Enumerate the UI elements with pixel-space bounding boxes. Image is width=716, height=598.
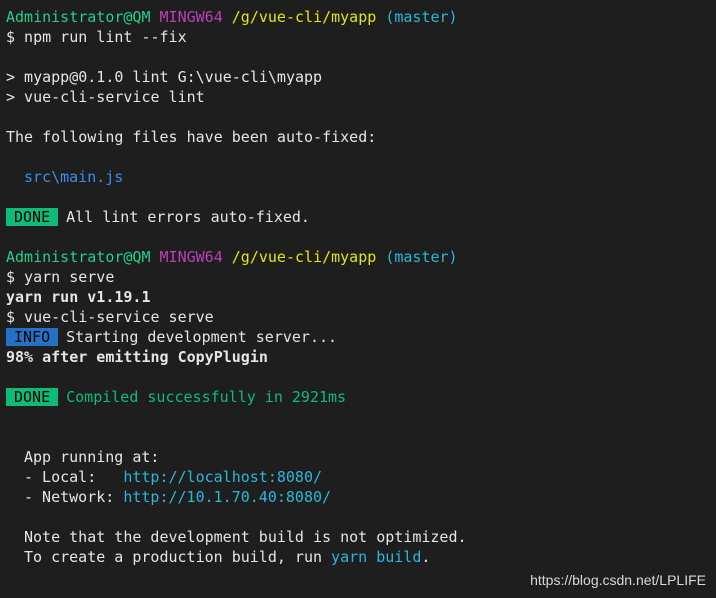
command-line: $ vue-cli-service serve bbox=[6, 308, 214, 326]
lint-output-line: > vue-cli-service lint bbox=[6, 88, 205, 106]
terminal-output[interactable]: Administrator@QM MINGW64 /g/vue-cli/myap… bbox=[6, 7, 716, 567]
note-suffix: . bbox=[421, 548, 431, 566]
network-label: - Network: bbox=[24, 488, 124, 506]
prompt-line: Administrator@QM MINGW64 /g/vue-cli/myap… bbox=[6, 7, 716, 27]
prompt-branch: (master) bbox=[385, 8, 458, 26]
prompt-shell: MINGW64 bbox=[159, 8, 223, 26]
prompt-shell: MINGW64 bbox=[159, 248, 223, 266]
local-url-line: - Local: http://localhost:8080/ bbox=[6, 467, 716, 487]
info-line: INFO Starting development server... bbox=[6, 327, 716, 347]
progress-line: 98% after emitting CopyPlugin bbox=[6, 348, 268, 366]
prompt-branch: (master) bbox=[385, 248, 458, 266]
local-label: - Local: bbox=[24, 468, 124, 486]
command-line: $ npm run lint --fix bbox=[6, 28, 187, 46]
done-message: All lint errors auto-fixed. bbox=[66, 208, 310, 226]
lint-output-line: > myapp@0.1.0 lint G:\vue-cli\myapp bbox=[6, 68, 323, 86]
done-badge: DONE bbox=[6, 208, 59, 226]
watermark-text: https://blog.csdn.net/LPLIFE bbox=[530, 572, 706, 588]
note-prefix: To create a production build, run bbox=[24, 548, 332, 566]
fixed-file-path: src\main.js bbox=[24, 168, 124, 186]
prompt-path: /g/vue-cli/myapp bbox=[231, 8, 377, 26]
network-url-link[interactable]: http://10.1.70.40:8080/ bbox=[123, 488, 331, 506]
yarn-version-line: yarn run v1.19.1 bbox=[6, 288, 151, 306]
prompt-path: /g/vue-cli/myapp bbox=[231, 248, 377, 266]
info-badge: INFO bbox=[6, 328, 59, 346]
done-line: DONE Compiled successfully in 2921ms bbox=[6, 387, 716, 407]
prompt-line: Administrator@QM MINGW64 /g/vue-cli/myap… bbox=[6, 247, 716, 267]
app-running-heading: App running at: bbox=[24, 448, 160, 466]
yarn-build-command: yarn build bbox=[331, 548, 422, 566]
production-build-line: To create a production build, run yarn b… bbox=[6, 547, 716, 567]
done-line: DONE All lint errors auto-fixed. bbox=[6, 207, 716, 227]
local-url-link[interactable]: http://localhost:8080/ bbox=[123, 468, 322, 486]
compiled-message: Compiled successfully in 2921ms bbox=[66, 388, 347, 406]
network-url-line: - Network: http://10.1.70.40:8080/ bbox=[6, 487, 716, 507]
done-badge: DONE bbox=[6, 388, 59, 406]
info-message: Starting development server... bbox=[66, 328, 338, 346]
command-line: $ yarn serve bbox=[6, 268, 115, 286]
prompt-user: Administrator@QM bbox=[6, 248, 151, 266]
prompt-user: Administrator@QM bbox=[6, 8, 151, 26]
note-line: Note that the development build is not o… bbox=[24, 528, 467, 546]
autofix-heading: The following files have been auto-fixed… bbox=[6, 128, 377, 146]
